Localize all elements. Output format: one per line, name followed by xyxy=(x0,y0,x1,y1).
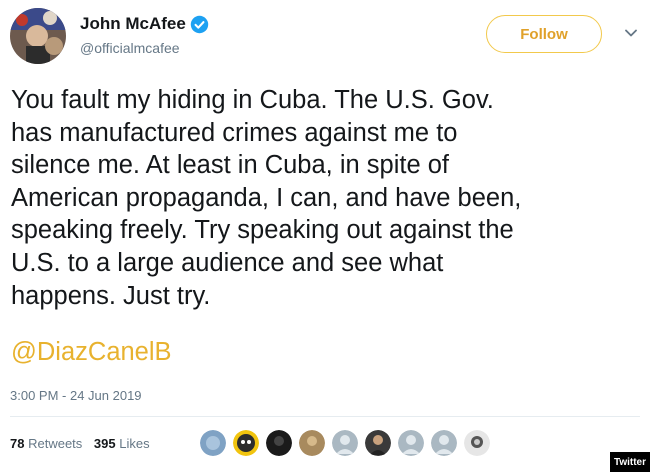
retweets-label: Retweets xyxy=(28,436,83,451)
likes-label: Likes xyxy=(119,436,150,451)
liker-avatar[interactable] xyxy=(398,430,424,456)
mention-link[interactable]: @DiazCanelB xyxy=(11,338,172,367)
twitter-watermark: Twitter xyxy=(610,452,650,472)
verified-badge-icon xyxy=(190,15,209,33)
author-display-name[interactable]: John McAfee xyxy=(80,14,186,34)
liker-avatar[interactable] xyxy=(200,430,226,456)
liker-avatar[interactable] xyxy=(299,430,325,456)
author-avatar[interactable] xyxy=(10,8,66,64)
tweet-text-line: American propaganda, I can, and have bee… xyxy=(11,183,522,212)
tweet-text-line: speaking freely. Try speaking out agains… xyxy=(11,216,514,245)
retweets-count: 78 xyxy=(10,436,25,451)
tweet-text-line: happens. Just try. xyxy=(11,281,211,310)
tweet-text-line: You fault my hiding in Cuba. The U.S. Go… xyxy=(11,86,494,114)
retweets-stat[interactable]: 78 Retweets xyxy=(10,436,82,451)
liker-avatars xyxy=(200,430,497,456)
likes-stat[interactable]: 395 Likes xyxy=(94,436,150,451)
author-handle[interactable]: @officialmcafee xyxy=(80,40,180,56)
follow-button[interactable]: Follow xyxy=(486,15,602,53)
engagement-stats: 78 Retweets 395 Likes xyxy=(10,436,150,451)
divider xyxy=(10,416,640,417)
tweet-text: You fault my hiding in Cuba. The U.S. Go… xyxy=(11,84,641,312)
likes-count: 395 xyxy=(93,436,116,451)
profile-photo-icon xyxy=(10,8,66,64)
liker-avatar[interactable] xyxy=(431,430,457,456)
tweet-text-line: U.S. to a large audience and see what xyxy=(11,248,444,277)
chevron-down-icon[interactable] xyxy=(624,26,638,40)
tweet-text-line: has manufactured crimes against me to xyxy=(11,118,458,147)
liker-avatar[interactable] xyxy=(266,430,292,456)
liker-avatar[interactable] xyxy=(332,430,358,456)
liker-avatar[interactable] xyxy=(233,430,259,456)
tweet-timestamp[interactable]: 3:00 PM - 24 Jun 2019 xyxy=(10,388,142,403)
liker-avatar[interactable] xyxy=(464,430,490,456)
tweet-text-line: silence me. At least in Cuba, in spite o… xyxy=(11,151,449,180)
liker-avatar[interactable] xyxy=(365,430,391,456)
